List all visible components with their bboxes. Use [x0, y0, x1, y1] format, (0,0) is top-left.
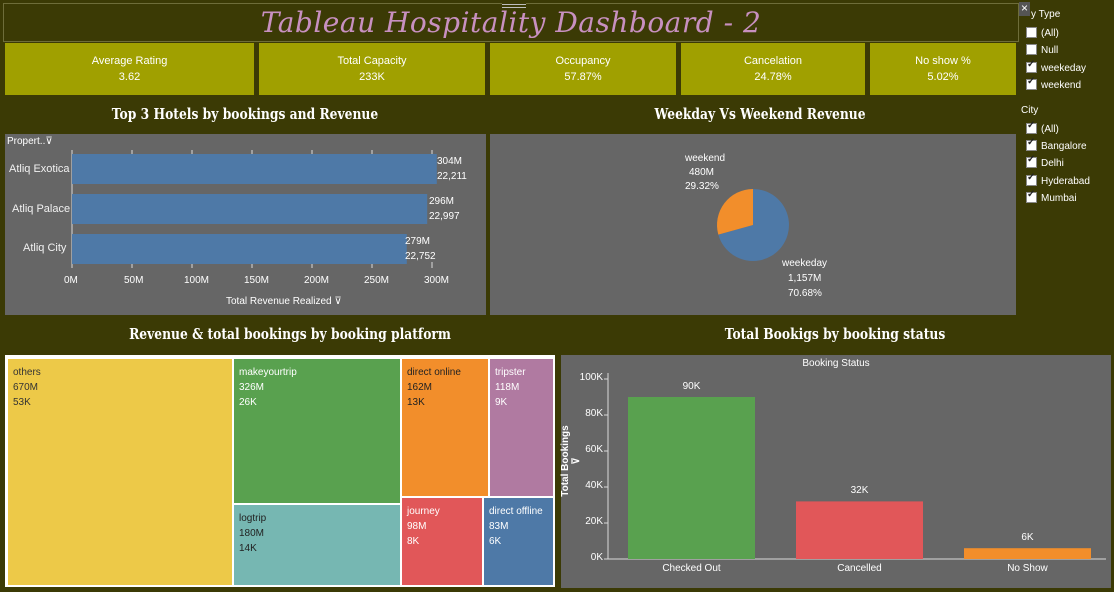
weekday-weekend-panel: weekend 480M 29.32% weekeday 1,157M 70.6… — [490, 134, 1016, 315]
filter-item-label: Bangalore — [1041, 141, 1087, 153]
kpi-no-show: No show % 5.02% — [870, 43, 1016, 95]
kpi-label: No show % — [915, 55, 971, 67]
y-tick-label: 60K — [585, 444, 603, 455]
kpi-occupancy: Occupancy 57.87% — [490, 43, 676, 95]
treemap-cell-direct-online[interactable]: direct online 162M 13K — [401, 358, 489, 497]
kpi-value: 3.62 — [118, 71, 141, 83]
filter-city-delhi[interactable]: Delhi — [1026, 154, 1064, 170]
x-tick-label: Cancelled — [837, 563, 882, 574]
data-label: 32K — [850, 485, 869, 497]
filter-day-type-weekday[interactable]: weekeday — [1026, 59, 1087, 75]
bar-atliq-palace[interactable] — [72, 194, 428, 224]
section-title-booking-platform: Revenue & total bookings by booking plat… — [129, 325, 451, 343]
y-tick-label: 20K — [585, 516, 603, 527]
filter-day-type-all[interactable]: (All) — [1026, 27, 1059, 40]
filter-day-type-weekend[interactable]: weekend — [1026, 76, 1082, 92]
hotel-label: Atliq City — [23, 242, 67, 254]
checkbox-checked[interactable] — [1026, 189, 1037, 203]
checkbox-checked[interactable] — [1026, 120, 1037, 134]
bar-no-show[interactable] — [964, 548, 1091, 559]
kpi-label: Average Rating — [91, 55, 168, 67]
bar-cancelled[interactable] — [796, 501, 923, 559]
hotel-label: Atliq Exotica — [9, 163, 70, 175]
top-hotels-panel: Propert..⊽ Atliq Exotica Atliq Palace At… — [5, 134, 486, 315]
treemap-cell-journey[interactable]: journey 98M 8K — [401, 497, 483, 586]
hotel-value-label: 279M 22,752 — [405, 236, 436, 262]
treemap-cell-direct-offline[interactable]: direct offline 83M 6K — [483, 497, 554, 586]
filter-day-type-null[interactable]: Null — [1026, 44, 1059, 57]
x-tick-label: 250M — [364, 275, 390, 286]
close-icon[interactable]: × — [1019, 2, 1030, 16]
filter-title-day-type: y Type — [1031, 9, 1061, 20]
dashboard-title-bar: Tableau Hospitality Dashboard - 2 — [3, 2, 1019, 42]
x-tick-label: 100M — [184, 275, 210, 286]
x-tick-label: 200M — [304, 275, 330, 286]
kpi-value: 57.87% — [564, 71, 602, 83]
sort-icon[interactable]: ⊽ — [334, 296, 341, 307]
filter-item-label: Null — [1041, 45, 1059, 57]
y-tick-label: 0K — [590, 552, 603, 563]
filter-item-label: weekend — [1041, 80, 1082, 92]
hotel-label: Atliq Palace — [12, 203, 71, 215]
kpi-cancelation: Cancelation 24.78% — [681, 43, 865, 95]
y-tick-label: 100K — [579, 372, 603, 383]
bar-atliq-city[interactable] — [72, 234, 407, 264]
page-title: Tableau Hospitality Dashboard - 2 — [260, 6, 762, 39]
kpi-value: 233K — [359, 71, 385, 83]
checkbox[interactable] — [1026, 44, 1037, 55]
bar-checked-out[interactable] — [628, 397, 755, 559]
treemap-panel: others 670M 53K makeyourtrip 326M 26K logtri… — [5, 355, 555, 587]
filter-item-label: Delhi — [1041, 158, 1064, 170]
checkbox-checked[interactable] — [1026, 137, 1037, 151]
filter-item-label: weekeday — [1041, 63, 1087, 75]
section-title-booking-status: Total Bookigs by booking status — [724, 325, 946, 343]
checkbox-checked[interactable] — [1026, 172, 1037, 186]
section-title-weekday-weekend: Weekday Vs Weekend Revenue — [654, 105, 866, 123]
treemap-cell-logtrip[interactable]: logtrip 180M 14K — [233, 504, 401, 586]
filter-item-label: Hyderabad — [1041, 176, 1090, 188]
section-title-top-hotels: Top 3 Hotels by bookings and Revenue — [111, 105, 379, 123]
data-label: 6K — [1021, 532, 1034, 544]
pie-label-weekday: weekeday 1,157M 70.68% — [782, 258, 828, 299]
bar-atliq-exotica[interactable] — [72, 154, 437, 184]
treemap-cell-others[interactable]: others 670M 53K — [7, 358, 233, 586]
treemap-cell-tripster[interactable]: tripster 118M 9K — [489, 358, 554, 497]
filter-item-label: Mumbai — [1041, 193, 1077, 205]
x-tick-label: Checked Out — [662, 563, 721, 574]
data-label: 90K — [682, 381, 701, 392]
y-tick-label: 40K — [585, 480, 603, 491]
hotel-value-label: 304M 22,211 — [437, 156, 467, 182]
kpi-label: Occupancy — [555, 55, 611, 67]
y-tick-label: 80K — [585, 408, 603, 419]
kpi-value: 24.78% — [754, 71, 792, 83]
pie-label-weekend: weekend 480M 29.32% — [685, 153, 726, 192]
booking-status-panel: Booking Status Total Bookings ⊽ 100K 80K 6… — [560, 355, 1111, 588]
checkbox-checked[interactable] — [1026, 154, 1037, 168]
x-axis-title: Total Revenue Realized ⊽ — [226, 296, 342, 307]
checkbox-checked[interactable] — [1026, 76, 1037, 90]
kpi-total-capacity: Total Capacity 233K — [259, 43, 485, 95]
kpi-label: Cancelation — [743, 55, 803, 67]
filter-city-all[interactable]: (All) — [1026, 120, 1059, 136]
filter-item-label: (All) — [1041, 28, 1059, 40]
checkbox-checked[interactable] — [1026, 59, 1037, 73]
kpi-average-rating: Average Rating 3.62 — [5, 43, 254, 95]
filter-item-label: (All) — [1041, 124, 1059, 136]
x-tick-label: 0M — [64, 275, 78, 286]
filter-title-city: City — [1021, 105, 1039, 116]
hotel-value-label: 296M 22,997 — [429, 196, 460, 222]
kpi-value: 5.02% — [927, 71, 959, 83]
x-tick-label: No Show — [1007, 563, 1048, 574]
kpi-label: Total Capacity — [337, 55, 407, 67]
x-tick-label: 150M — [244, 275, 270, 286]
treemap-cell-makeyourtrip[interactable]: makeyourtrip 326M 26K — [233, 358, 401, 504]
x-tick-label: 50M — [124, 275, 144, 286]
filter-city-mumbai[interactable]: Mumbai — [1026, 189, 1077, 205]
hotels-bar-chart — [71, 150, 437, 268]
revenue-pie-chart — [717, 189, 789, 261]
filter-city-bangalore[interactable]: Bangalore — [1026, 137, 1087, 153]
filter-city-hyderabad[interactable]: Hyderabad — [1026, 172, 1090, 188]
checkbox[interactable] — [1026, 27, 1037, 38]
x-tick-label: 300M — [424, 275, 450, 286]
